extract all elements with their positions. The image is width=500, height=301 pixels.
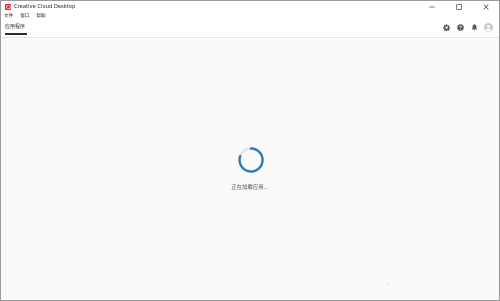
menu-file[interactable]: 文件 — [4, 13, 13, 19]
avatar-icon — [484, 23, 493, 32]
header-icons — [437, 23, 493, 32]
loading-text: 正在加载应用... — [231, 185, 269, 191]
main-content: 正在加载应用... — [1, 38, 499, 300]
minimize-icon — [429, 6, 434, 7]
maximize-button[interactable] — [445, 1, 472, 12]
gear-icon — [443, 24, 450, 31]
menu-bar: 文件 窗口 帮助 — [1, 12, 499, 20]
settings-button[interactable] — [442, 23, 451, 32]
app-header: 应用程序 — [1, 20, 499, 38]
active-tab-indicator — [5, 33, 27, 35]
window-controls — [418, 1, 499, 12]
creative-cloud-icon — [5, 3, 11, 10]
close-icon — [482, 3, 489, 10]
menu-help[interactable]: 帮助 — [36, 13, 45, 19]
close-button[interactable] — [472, 1, 499, 12]
tab-apps[interactable]: 应用程序 — [5, 23, 25, 30]
minimize-button[interactable] — [418, 1, 445, 12]
loading-spinner — [238, 147, 264, 173]
profile-button[interactable] — [484, 23, 493, 32]
help-button[interactable] — [456, 23, 465, 32]
help-icon — [457, 24, 464, 31]
app-window: Creative Cloud Desktop 文件 窗口 帮助 应用程序 正在加… — [0, 0, 500, 301]
bell-icon — [471, 24, 478, 31]
maximize-icon — [455, 3, 462, 10]
menu-window[interactable]: 窗口 — [20, 13, 29, 19]
title-bar[interactable]: Creative Cloud Desktop — [1, 1, 499, 12]
decorative-mark — [386, 283, 388, 284]
notifications-button[interactable] — [470, 23, 479, 32]
window-title: Creative Cloud Desktop — [14, 3, 76, 10]
